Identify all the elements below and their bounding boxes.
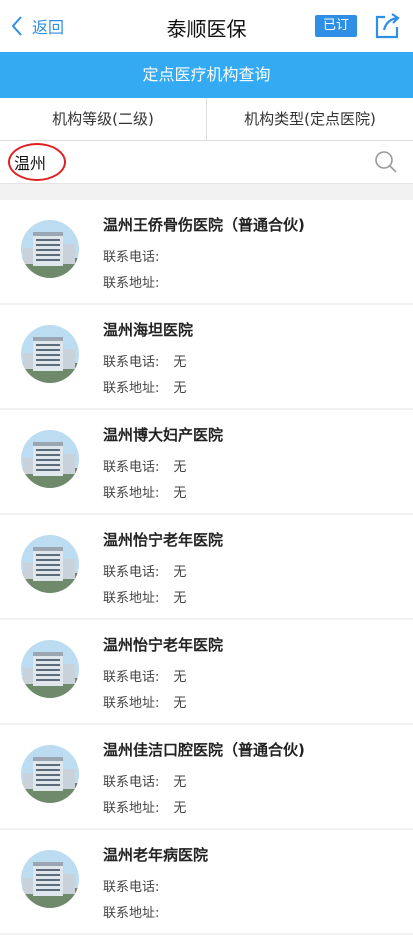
hospital-phone-row: 联系电话: <box>103 246 173 265</box>
hospital-name: 温州老年病医院 <box>103 846 209 864</box>
hospital-item[interactable]: 温州佳洁口腔医院（普通合伙) 联系电话: 无 联系地址: 无 <box>0 725 413 828</box>
hospital-list: 温州王侨骨伤医院（普通合伙) 联系电话: 联系地址: 温州海坦医院 联系电话: … <box>0 200 413 935</box>
hospital-thumbnail <box>21 745 79 803</box>
hospital-address-row: 联系地址: 无 <box>103 482 186 501</box>
phone-label: 联系电话: <box>103 565 160 580</box>
phone-label: 联系电话: <box>103 250 160 265</box>
address-label: 联系地址: <box>103 486 160 501</box>
hospital-phone-row: 联系电话: 无 <box>103 771 186 790</box>
hospital-thumbnail <box>21 640 79 698</box>
hospital-name: 温州海坦医院 <box>103 321 194 339</box>
hospital-name: 温州怡宁老年医院 <box>103 636 224 654</box>
filter-bar: 机构等级(二级) 机构类型(定点医院) <box>0 98 413 141</box>
phone-value: 无 <box>173 460 187 475</box>
filter-level[interactable]: 机构等级(二级) <box>0 98 206 140</box>
hospital-address-row: 联系地址: <box>103 902 173 921</box>
hospital-name: 温州王侨骨伤医院（普通合伙) <box>103 216 305 234</box>
hospital-address-row: 联系地址: 无 <box>103 377 186 396</box>
hospital-name: 温州博大妇产医院 <box>103 426 224 444</box>
hospital-item[interactable]: 温州怡宁老年医院 联系电话: 无 联系地址: 无 <box>0 620 413 723</box>
phone-label: 联系电话: <box>103 670 160 685</box>
hospital-item[interactable]: 温州王侨骨伤医院（普通合伙) 联系电话: 联系地址: <box>0 200 413 303</box>
address-label: 联系地址: <box>103 696 160 711</box>
hospital-phone-row: 联系电话: 无 <box>103 351 186 370</box>
address-value: 无 <box>173 591 187 606</box>
hospital-name: 温州佳洁口腔医院（普通合伙) <box>103 741 305 759</box>
search-input[interactable] <box>14 149 344 175</box>
phone-label: 联系电话: <box>103 460 160 475</box>
hospital-address-row: 联系地址: 无 <box>103 797 186 816</box>
hospital-item[interactable]: 温州老年病医院 联系电话: 联系地址: <box>0 830 413 933</box>
hospital-item[interactable]: 温州海坦医院 联系电话: 无 联系地址: 无 <box>0 305 413 408</box>
hospital-phone-row: 联系电话: <box>103 876 173 895</box>
hospital-item[interactable]: 温州怡宁老年医院 联系电话: 无 联系地址: 无 <box>0 515 413 618</box>
hospital-phone-row: 联系电话: 无 <box>103 666 186 685</box>
hospital-address-row: 联系地址: <box>103 272 173 291</box>
phone-label: 联系电话: <box>103 355 160 370</box>
hospital-thumbnail <box>21 535 79 593</box>
address-label: 联系地址: <box>103 276 160 291</box>
nav-bar: 返回 泰顺医保 已订 <box>0 0 413 52</box>
filter-type[interactable]: 机构类型(定点医院) <box>206 98 413 140</box>
hospital-address-row: 联系地址: 无 <box>103 587 186 606</box>
address-value: 无 <box>173 696 187 711</box>
phone-value: 无 <box>173 775 187 790</box>
address-label: 联系地址: <box>103 591 160 606</box>
phone-value: 无 <box>173 565 187 580</box>
phone-value: 无 <box>173 355 187 370</box>
search-bar <box>0 141 413 184</box>
hospital-name: 温州怡宁老年医院 <box>103 531 224 549</box>
address-label: 联系地址: <box>103 381 160 396</box>
address-label: 联系地址: <box>103 801 160 816</box>
hospital-thumbnail <box>21 430 79 488</box>
hospital-address-row: 联系地址: 无 <box>103 692 186 711</box>
subscribed-button[interactable]: 已订 <box>315 15 357 37</box>
hospital-item[interactable]: 温州博大妇产医院 联系电话: 无 联系地址: 无 <box>0 410 413 513</box>
hospital-phone-row: 联系电话: 无 <box>103 561 186 580</box>
phone-label: 联系电话: <box>103 775 160 790</box>
phone-value: 无 <box>173 670 187 685</box>
phone-label: 联系电话: <box>103 880 160 895</box>
address-value: 无 <box>173 801 187 816</box>
share-icon[interactable] <box>374 12 400 40</box>
search-icon[interactable] <box>374 150 398 174</box>
address-label: 联系地址: <box>103 906 160 921</box>
section-banner: 定点医疗机构查询 <box>0 52 413 98</box>
hospital-phone-row: 联系电话: 无 <box>103 456 186 475</box>
address-value: 无 <box>173 381 187 396</box>
hospital-thumbnail <box>21 850 79 908</box>
address-value: 无 <box>173 486 187 501</box>
hospital-thumbnail <box>21 325 79 383</box>
hospital-thumbnail <box>21 220 79 278</box>
